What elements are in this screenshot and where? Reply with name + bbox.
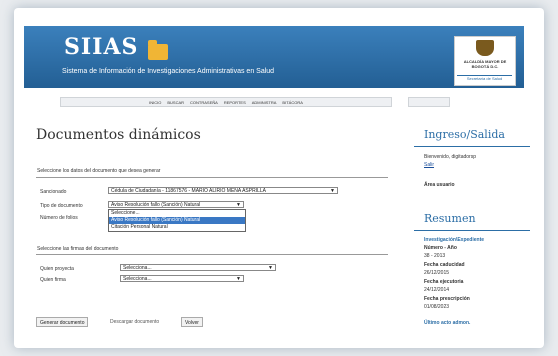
ultimo-acto: Último acto admon. <box>424 320 471 326</box>
inv-label: Investigación\Expediente <box>424 237 485 243</box>
chevron-down-icon: ▼ <box>236 276 241 282</box>
num-value: 38 - 2013 <box>424 253 446 259</box>
area-usuario: Área usuario <box>424 182 455 188</box>
divider <box>36 254 388 255</box>
chevron-down-icon: ▼ <box>236 202 241 208</box>
proyecta-value: Selecciona... <box>123 265 152 271</box>
tipo-value: Aviso Resolución fallo (Sanción) Natural <box>111 202 201 208</box>
nav-bitacora[interactable]: BITÁCORA <box>282 100 302 105</box>
crest-subtext: Secretaría de Salud <box>457 75 512 82</box>
dropdown-option[interactable]: Seleccione... <box>109 210 245 217</box>
volver-button[interactable]: Volver <box>181 317 203 327</box>
dropdown-option[interactable]: Citación Personal Natural <box>109 224 245 231</box>
site-subtitle: Sistema de Información de Investigacione… <box>62 68 275 75</box>
eje-value: 24/12/2014 <box>424 287 450 293</box>
pres-value: 01/08/2023 <box>424 304 450 310</box>
tipo-select[interactable]: Aviso Resolución fallo (Sanción) Natural… <box>108 201 244 208</box>
tipo-dropdown: Seleccione... Aviso Resolución fallo (Sa… <box>108 209 246 232</box>
firma-value: Selecciona... <box>123 276 152 282</box>
sancionado-select[interactable]: Cédula de Ciudadanía - 11867576 - MARIO … <box>108 187 338 194</box>
descargar-button[interactable]: Descargar documento <box>107 317 162 327</box>
generar-button[interactable]: Generar documento <box>36 317 89 327</box>
chevron-down-icon: ▼ <box>330 188 335 194</box>
folder-icon <box>148 40 168 60</box>
proyecta-label: Quien proyecta <box>40 266 74 272</box>
ingreso-title: Ingreso/Salida <box>424 128 505 141</box>
firma-select[interactable]: Selecciona... ▼ <box>120 275 244 282</box>
num-label: Número - Año <box>424 245 457 251</box>
eje-label: Fecha ejecutoria <box>424 279 464 285</box>
nav-reportes[interactable]: REPORTES <box>224 100 246 105</box>
firma-label: Quien firma <box>40 277 66 283</box>
tipo-label: Tipo de documento <box>40 203 83 209</box>
alcaldia-crest: ALCALDÍA MAYOR DE BOGOTÁ D.C. Secretaría… <box>454 36 516 86</box>
pres-label: Fecha prescripción <box>424 296 470 302</box>
section-doc-data: Seleccione los datos del documento que d… <box>37 168 161 174</box>
page-title: Documentos dinámicos <box>36 127 201 143</box>
salir-link[interactable]: Salir <box>424 162 434 168</box>
crest-shield-icon <box>476 40 494 56</box>
cad-label: Fecha caducidad <box>424 262 465 268</box>
section-firmas: Seleccione las firmas del documento <box>37 246 119 252</box>
sancionado-label: Sancionado <box>40 189 67 195</box>
chevron-down-icon: ▼ <box>268 265 273 271</box>
divider <box>36 177 388 178</box>
site-logo: SIIAS <box>64 34 139 60</box>
nav-inicio[interactable]: INICIO <box>149 100 161 105</box>
folios-label: Número de folios <box>40 215 78 221</box>
resumen-title: Resumen <box>424 212 476 225</box>
nav-buscar[interactable]: BUSCAR <box>167 100 184 105</box>
sancionado-value: Cédula de Ciudadanía - 11867576 - MARIO … <box>111 188 266 194</box>
nav-contrasena[interactable]: CONTRASEÑA <box>190 100 218 105</box>
cad-value: 26/12/2015 <box>424 270 450 276</box>
divider <box>414 230 530 231</box>
main-nav: INICIO BUSCAR CONTRASEÑA REPORTES ADMINI… <box>60 97 392 107</box>
nav-extra <box>408 97 450 107</box>
divider <box>414 146 530 147</box>
welcome-text: Bienvenido, digitadorsp <box>424 154 476 160</box>
proyecta-select[interactable]: Selecciona... ▼ <box>120 264 276 271</box>
nav-administra[interactable]: ADMINISTRA <box>252 100 277 105</box>
crest-text: ALCALDÍA MAYOR DE BOGOTÁ D.C. <box>463 59 507 69</box>
dropdown-option[interactable]: Aviso Resolución fallo (Sanción) Natural <box>109 217 245 224</box>
